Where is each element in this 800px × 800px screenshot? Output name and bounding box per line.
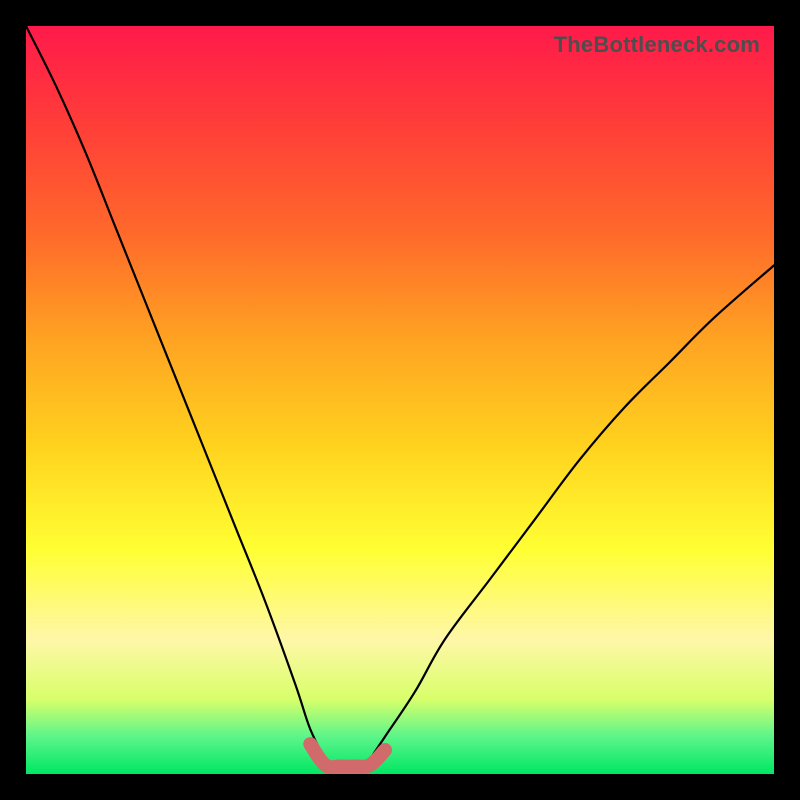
plateau-marker [310,744,385,767]
left-branch-curve [26,26,325,759]
curve-svg [26,26,774,774]
chart-stage: TheBottleneck.com [0,0,800,800]
right-branch-curve [370,265,774,759]
plot-area: TheBottleneck.com [26,26,774,774]
